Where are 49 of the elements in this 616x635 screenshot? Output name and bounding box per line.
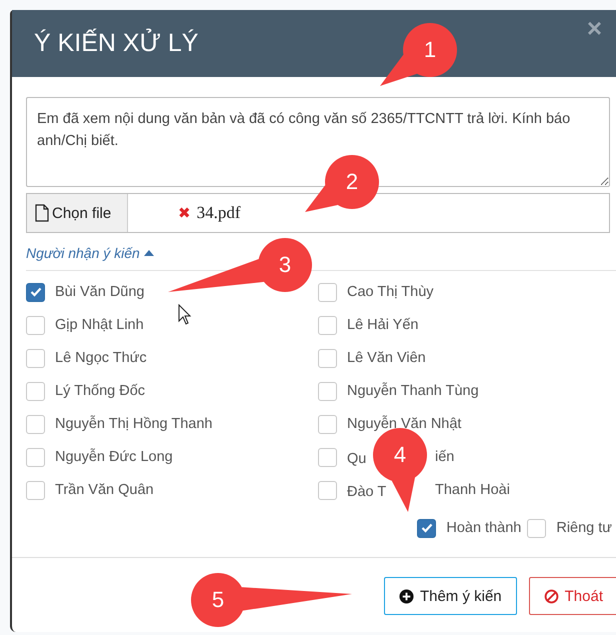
choose-file-button[interactable]: Chọn file <box>27 194 128 232</box>
recipient-name: Nguyễn Thị Hồng Thanh <box>55 416 212 432</box>
recipient-name: Bùi Văn Dũng <box>55 284 144 300</box>
checkbox[interactable] <box>26 480 45 500</box>
caret-icon <box>144 250 154 256</box>
recipient-name: Nguyễn Văn Nhật <box>347 416 462 432</box>
recipient-name: Lê Ngọc Thức <box>55 350 147 366</box>
recipient-name: Thanh Hoài <box>435 482 510 498</box>
check-icon <box>30 287 42 297</box>
checkbox[interactable] <box>318 448 337 466</box>
checkbox[interactable] <box>318 316 337 334</box>
option-label: Hoàn thành <box>446 520 522 536</box>
add-comment-button[interactable]: Thêm ý kiến <box>384 577 517 615</box>
option-label: Riêng tư <box>556 520 612 536</box>
checkbox[interactable] <box>527 518 546 538</box>
checkbox[interactable] <box>318 480 337 500</box>
check-icon <box>420 523 433 533</box>
checkbox[interactable] <box>26 282 45 302</box>
plus-circle-icon <box>398 588 414 604</box>
recipient-name: Nguyễn Thanh Tùng <box>347 383 479 399</box>
recipient-name: iến <box>435 449 454 465</box>
ban-icon <box>544 588 559 604</box>
recipients-toggle[interactable]: Người nhận ý kiến <box>26 245 154 261</box>
recipient-name: Cao Thị Thùy <box>347 284 434 300</box>
checkbox[interactable] <box>318 282 337 302</box>
cursor-icon <box>178 304 192 326</box>
recipient-name: Lê Hải Yến <box>347 317 418 333</box>
checkbox[interactable] <box>26 382 45 400</box>
checkbox[interactable] <box>26 348 45 368</box>
checkbox[interactable] <box>417 518 436 538</box>
recipient-name: Trần Văn Quân <box>55 482 154 498</box>
dialog-title: Ý KIẾN XỬ LÝ <box>34 29 198 58</box>
checkbox[interactable] <box>26 448 45 466</box>
checkbox[interactable] <box>26 316 45 334</box>
checkbox[interactable] <box>26 414 45 434</box>
recipient-name: Gịp Nhật Linh <box>55 317 144 333</box>
recipient-name: Nguyễn Đức Long <box>55 449 173 465</box>
file-icon <box>35 204 49 222</box>
remove-file-button[interactable]: ✖ <box>178 204 191 222</box>
recipient-name: Lê Văn Viên <box>347 350 426 366</box>
checkbox[interactable] <box>318 348 337 368</box>
recipient-name: Qu <box>347 450 366 466</box>
checkbox[interactable] <box>318 414 337 434</box>
close-button[interactable]: × <box>586 13 602 44</box>
file-name: 34.pdf <box>196 203 240 223</box>
recipient-name: Lý Thống Đốc <box>55 383 146 399</box>
checkbox[interactable] <box>318 382 337 400</box>
recipient-name: Đào T <box>347 484 386 500</box>
exit-button[interactable]: Thoát <box>528 577 616 615</box>
